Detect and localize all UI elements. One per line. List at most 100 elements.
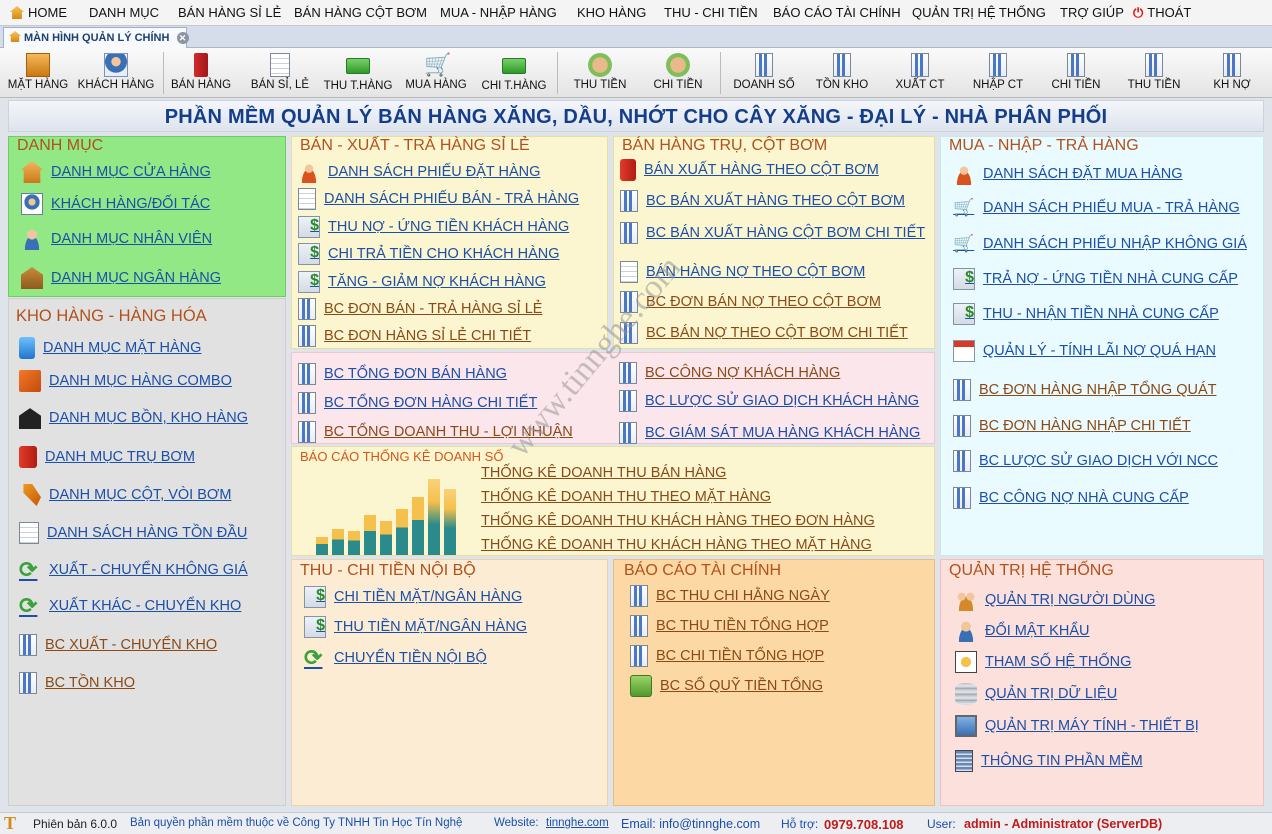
menu-home[interactable]: HOME [10, 5, 67, 20]
link-bc-chi-tien-tong-hop[interactable]: BC CHI TIỀN TỔNG HỢP [630, 645, 824, 667]
link-bc-giam-sat-mua-hang-khach-hang[interactable]: BC GIÁM SÁT MUA HÀNG KHÁCH HÀNG [619, 422, 920, 444]
toolbar-chi-t-hang-button[interactable]: CHI T.HÀNG [472, 50, 556, 96]
link-danh-sach-phieu-mua-tra-hang[interactable]: 🛒 DANH SÁCH PHIẾU MUA - TRẢ HÀNG [953, 197, 1240, 219]
status-user-label: User: [927, 817, 956, 831]
toolbar-ban-hang-button[interactable]: BÁN HÀNG [159, 50, 243, 96]
link-quan-tri-may-tinh-thiet-bi[interactable]: QUẢN TRỊ MÁY TÍNH - THIẾT BỊ [955, 715, 1199, 737]
link-bc-so-quy-tien-tong[interactable]: BC SỔ QUỸ TIỀN TỔNG [630, 675, 823, 697]
menu-thu-chi-tien[interactable]: THU - CHI TIỀN [664, 5, 758, 20]
link-danh-sach-phieu-nhap-khong-gia[interactable]: 🛒 DANH SÁCH PHIẾU NHẬP KHÔNG GIÁ [953, 233, 1247, 255]
toolbar-mua-hang-button[interactable]: 🛒 MUA HÀNG [394, 50, 478, 96]
link-thu-tien-mat-ngan-hang[interactable]: $ THU TIỀN MẶT/NGÂN HÀNG [304, 616, 527, 638]
menu-ban-hang-si-le[interactable]: BÁN HÀNG SỈ LẺ [178, 5, 281, 20]
link-danh-sach-phieu-ban-tra-hang[interactable]: DANH SÁCH PHIẾU BÁN - TRẢ HÀNG [298, 188, 579, 210]
link-bc-cong-no-nha-cung-cap[interactable]: BC CÔNG NỢ NHÀ CUNG CẤP [953, 487, 1189, 509]
status-website-link[interactable]: tinnghe.com [546, 817, 609, 829]
link-bc-cong-no-khach-hang[interactable]: BC CÔNG NỢ KHÁCH HÀNG [619, 362, 840, 384]
link-thong-ke-doanh-thu-khach-hang-theo-don-hang[interactable]: THỐNG KÊ DOANH THU KHÁCH HÀNG THEO ĐƠN H… [481, 513, 875, 529]
menu-kho-hang[interactable]: KHO HÀNG [577, 5, 646, 20]
link-chi-tra-tien-khach-hang[interactable]: $ CHI TRẢ TIỀN CHO KHÁCH HÀNG [298, 243, 560, 265]
employee-icon [21, 228, 43, 250]
report-chart-icon [630, 585, 648, 607]
link-danh-muc-hang-combo[interactable]: DANH MỤC HÀNG COMBO [19, 370, 232, 392]
link-tra-no-ung-tien-nha-cung-cap[interactable]: $ TRẢ NỢ - ỨNG TIỀN NHÀ CUNG CẤP [953, 268, 1238, 290]
link-danh-muc-nhan-vien[interactable]: DANH MỤC NHÂN VIÊN [21, 228, 212, 250]
toolbar-nhap-ct-button[interactable]: NHẬP CT [956, 50, 1040, 96]
link-thong-ke-doanh-thu-khach-hang-theo-mat-hang[interactable]: THỐNG KÊ DOANH THU KHÁCH HÀNG THEO MẶT H… [481, 537, 872, 553]
link-bc-ban-no-theo-cot-bom-chi-tiet[interactable]: BC BÁN NỢ THEO CỘT BƠM CHI TIẾT [620, 322, 908, 344]
link-chuyen-tien-noi-bo[interactable]: ⟳ CHUYỂN TIỀN NỘI BỘ [304, 647, 487, 669]
toolbar-thu-tien-button[interactable]: THU TIỀN [558, 50, 642, 96]
link-tham-so-he-thong[interactable]: THAM SỐ HỆ THỐNG [955, 651, 1131, 673]
link-xuat-chuyen-khong-gia[interactable]: ⟳ XUẤT - CHUYỂN KHÔNG GIÁ [19, 559, 248, 581]
link-thong-ke-doanh-thu-ban-hang[interactable]: THỐNG KÊ DOANH THU BÁN HÀNG [481, 465, 726, 481]
report-chart-icon [755, 53, 773, 77]
toolbar-chi-tien-button[interactable]: CHI TIỀN [636, 50, 720, 96]
menu-ban-hang-cot-bom[interactable]: BÁN HÀNG CỘT BƠM [294, 5, 427, 20]
menu-quan-tri-he-thong[interactable]: QUẢN TRỊ HỆ THỐNG [912, 5, 1046, 20]
toolbar-khach-hang-button[interactable]: KHÁCH HÀNG [74, 50, 158, 96]
link-danh-sach-phieu-dat-hang[interactable]: DANH SÁCH PHIẾU ĐẶT HÀNG [298, 161, 540, 183]
link-danh-muc-cua-hang[interactable]: DANH MỤC CỬA HÀNG [21, 161, 211, 183]
toolbar-chi-tien-report-button[interactable]: CHI TIỀN [1034, 50, 1118, 96]
link-label: BC BÁN NỢ THEO CỘT BƠM CHI TIẾT [646, 325, 908, 341]
link-danh-sach-dat-mua-hang[interactable]: DANH SÁCH ĐẶT MUA HÀNG [953, 163, 1183, 185]
link-danh-muc-mat-hang[interactable]: DANH MỤC MẶT HÀNG [19, 337, 201, 359]
link-bc-don-hang-nhap-chi-tiet[interactable]: BC ĐƠN HÀNG NHẬP CHI TIẾT [953, 415, 1191, 437]
toolbar-kh-no-button[interactable]: KH NỢ [1190, 50, 1272, 96]
link-label: THAM SỐ HỆ THỐNG [985, 654, 1132, 670]
menu-tro-giup[interactable]: TRỢ GIÚP [1060, 5, 1124, 20]
link-ban-xuat-hang-theo-cot-bom[interactable]: BÁN XUẤT HÀNG THEO CỘT BƠM [620, 159, 879, 181]
link-quan-tri-nguoi-dung[interactable]: QUẢN TRỊ NGƯỜI DÙNG [955, 589, 1155, 611]
menu-danh-muc[interactable]: DANH MỤC [89, 5, 159, 20]
toolbar-ton-kho-button[interactable]: TỒN KHO [800, 50, 884, 96]
toolbar-doanh-so-button[interactable]: DOANH SỐ [722, 50, 806, 96]
link-danh-muc-tru-bom[interactable]: DANH MỤC TRỤ BƠM [19, 446, 195, 468]
link-bc-ban-xuat-hang-theo-cot-bom[interactable]: BC BÁN XUẤT HÀNG THEO CỘT BƠM [620, 190, 905, 212]
link-bc-don-hang-nhap-tong-quat[interactable]: BC ĐƠN HÀNG NHẬP TỔNG QUÁT [953, 379, 1216, 401]
link-bc-luoc-su-giao-dich-khach-hang[interactable]: BC LƯỢC SỬ GIAO DỊCH KHÁCH HÀNG [619, 390, 919, 412]
link-label: BC ĐƠN BÁN - TRẢ HÀNG SỈ LẺ [324, 301, 543, 317]
tab-bar: MÀN HÌNH QUẢN LÝ CHÍNH ✕ [0, 26, 1272, 48]
link-quan-ly-tinh-lai-no-qua-han[interactable]: QUẢN LÝ - TÍNH LÃI NỢ QUÁ HẠN [953, 340, 1216, 362]
link-danh-muc-cot-voi-bom[interactable]: DANH MỤC CỘT, VÒI BƠM [19, 484, 231, 506]
menu-mua-nhap-hang[interactable]: MUA - NHẬP HÀNG [440, 5, 557, 20]
link-bc-thu-chi-hang-ngay[interactable]: BC THU CHI HẰNG NGÀY [630, 585, 830, 607]
link-thu-nhan-tien-nha-cung-cap[interactable]: $ THU - NHẬN TIỀN NHÀ CUNG CẤP [953, 303, 1219, 325]
link-bc-don-ban-no-theo-cot-bom[interactable]: BC ĐƠN BÁN NỢ THEO CỘT BƠM [620, 291, 881, 313]
link-bc-tong-doanh-thu-loi-nhuan[interactable]: BC TỔNG DOANH THU - LỢI NHUẬN [298, 421, 573, 443]
link-bc-don-hang-si-le-chi-tiet[interactable]: BC ĐƠN HÀNG SỈ LẺ CHI TIẾT [298, 325, 531, 347]
link-tang-giam-no-khach-hang[interactable]: $ TĂNG - GIẢM NỢ KHÁCH HÀNG [298, 271, 546, 293]
link-thong-ke-doanh-thu-theo-mat-hang[interactable]: THỐNG KÊ DOANH THU THEO MẶT HÀNG [481, 489, 771, 505]
close-icon[interactable]: ✕ [176, 32, 189, 44]
link-thu-no-ung-tien-khach-hang[interactable]: $ THU NỢ - ỨNG TIỀN KHÁCH HÀNG [298, 216, 569, 238]
link-bc-luoc-su-giao-dich-voi-ncc[interactable]: BC LƯỢC SỬ GIAO DỊCH VỚI NCC [953, 450, 1218, 472]
link-bc-don-ban-tra-hang-si-le[interactable]: BC ĐƠN BÁN - TRẢ HÀNG SỈ LẺ [298, 298, 542, 320]
link-chi-tien-mat-ngan-hang[interactable]: $ CHI TIỀN MẶT/NGÂN HÀNG [304, 586, 522, 608]
link-bc-tong-don-hang-chi-tiet[interactable]: BC TỔNG ĐƠN HÀNG CHI TIẾT [298, 392, 537, 414]
link-quan-tri-du-lieu[interactable]: QUẢN TRỊ DỮ LIỆU [955, 683, 1117, 705]
link-label: BC TỔNG ĐƠN BÁN HÀNG [324, 366, 507, 382]
menu-thoat[interactable]: ⏻ THOÁT [1133, 5, 1191, 21]
link-thong-tin-phan-mem[interactable]: THÔNG TIN PHẦN MỀM [955, 750, 1143, 772]
toolbar-thu-t-hang-button[interactable]: THU T.HÀNG [316, 50, 400, 96]
link-bc-ban-xuat-hang-cot-bom-chi-tiet[interactable]: BC BÁN XUẤT HÀNG CỘT BƠM CHI TIẾT [620, 222, 925, 244]
link-khach-hang-doi-tac[interactable]: KHÁCH HÀNG/ĐỐI TÁC [21, 193, 210, 215]
link-bc-tong-don-ban-hang[interactable]: BC TỔNG ĐƠN BÁN HÀNG [298, 363, 507, 385]
link-bc-ton-kho[interactable]: BC TỒN KHO [19, 672, 135, 694]
toolbar-thu-tien-report-button[interactable]: THU TIỀN [1112, 50, 1196, 96]
toolbar-xuat-ct-button[interactable]: XUẤT CT [878, 50, 962, 96]
link-danh-sach-hang-ton-dau[interactable]: DANH SÁCH HÀNG TỒN ĐẦU [19, 522, 247, 544]
link-bc-xuat-chuyen-kho[interactable]: BC XUẤT - CHUYỂN KHO [19, 634, 217, 656]
link-danh-muc-ngan-hang[interactable]: DANH MỤC NGÂN HÀNG [21, 267, 221, 289]
link-doi-mat-khau[interactable]: ĐỔI MẬT KHẨU [955, 620, 1089, 642]
tab-main-screen[interactable]: MÀN HÌNH QUẢN LÝ CHÍNH ✕ [3, 27, 189, 48]
link-ban-hang-no-theo-cot-bom[interactable]: BÁN HÀNG NỢ THEO CỘT BƠM [620, 261, 865, 283]
toolbar-ban-si-le-button[interactable]: BÁN SỈ, LẺ [238, 50, 322, 96]
link-danh-muc-bon-kho-hang[interactable]: DANH MỤC BỒN, KHO HÀNG [19, 407, 248, 429]
toolbar-mat-hang-button[interactable]: MẶT HÀNG [0, 50, 80, 96]
menu-bao-cao-tai-chinh[interactable]: BÁO CÁO TÀI CHÍNH [773, 5, 901, 20]
link-bc-thu-tien-tong-hop[interactable]: BC THU TIỀN TỔNG HỢP [630, 615, 829, 637]
toolbar-label: THU TIỀN [1127, 79, 1181, 91]
link-xuat-khac-chuyen-kho[interactable]: ⟳ XUẤT KHÁC - CHUYỂN KHO [19, 595, 241, 617]
